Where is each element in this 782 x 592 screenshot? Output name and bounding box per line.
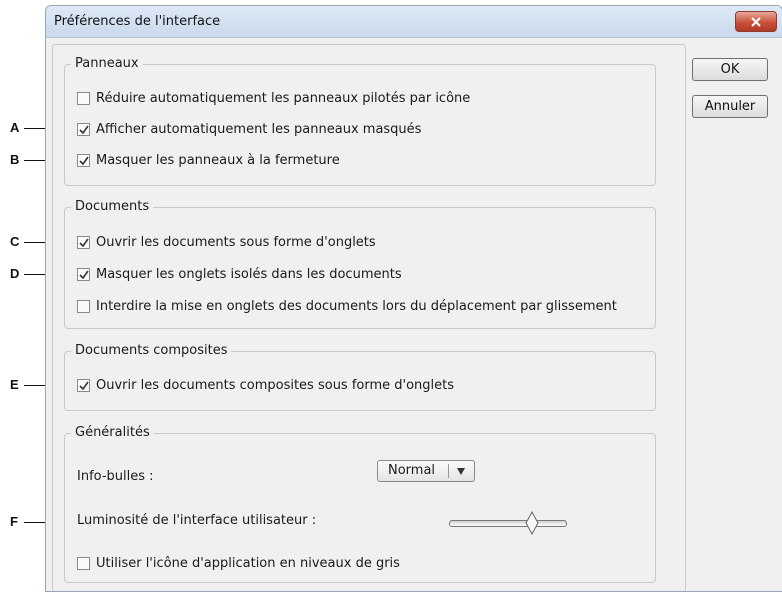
group-documents: Documents Ouvrir les documents sous form… [64, 199, 656, 329]
dropdown-arrow-icon [457, 468, 465, 475]
checkbox[interactable] [77, 236, 90, 249]
group-panneaux: Panneaux Réduire automatiquement les pan… [64, 56, 656, 186]
group-panneaux-legend: Panneaux [71, 56, 143, 71]
checkbox-label: Ouvrir les documents sous forme d'onglet… [96, 235, 376, 250]
select-separator [448, 464, 449, 478]
close-icon [751, 16, 761, 27]
checkmark-icon [78, 238, 89, 247]
checkbox[interactable] [77, 268, 90, 281]
brightness-slider-thumb[interactable] [525, 511, 539, 535]
checkmark-icon [78, 270, 89, 279]
checkmark-icon [78, 156, 89, 165]
checkmark-icon [78, 381, 89, 390]
callout-c: C [10, 234, 20, 249]
checkmark-icon [78, 125, 89, 134]
callout-b: B [10, 152, 20, 167]
title-bar[interactable]: Préférences de l'interface [46, 6, 782, 38]
tooltips-select-value: Normal [388, 463, 436, 478]
checkbox-row-show-hidden-panels[interactable]: Afficher automatiquement les panneaux ma… [77, 122, 421, 137]
checkbox-row-reduce-panels[interactable]: Réduire automatiquement les panneaux pil… [77, 91, 470, 106]
callout-a: A [10, 120, 20, 135]
dialog-window: Préférences de l'interface Panneaux Rédu… [45, 5, 782, 592]
callout-f: F [10, 514, 18, 529]
group-generalites: Généralités Info-bulles : Normal Luminos… [64, 425, 656, 583]
callout-d: D [10, 266, 20, 281]
close-button[interactable] [735, 11, 777, 32]
callout-e: E [10, 377, 19, 392]
ok-button[interactable]: OK [692, 58, 768, 81]
checkbox-row-open-as-tabs[interactable]: Ouvrir les documents sous forme d'onglet… [77, 235, 376, 250]
group-composites-legend: Documents composites [71, 343, 232, 358]
checkbox[interactable] [77, 154, 90, 167]
checkbox-row-composites-as-tabs[interactable]: Ouvrir les documents composites sous for… [77, 378, 454, 393]
checkbox-label: Réduire automatiquement les panneaux pil… [96, 91, 471, 106]
group-documents-legend: Documents [71, 199, 154, 214]
checkbox-label: Masquer les panneaux à la fermeture [96, 153, 340, 168]
checkbox-row-prevent-tab-docking[interactable]: Interdire la mise en onglets des documen… [77, 299, 617, 314]
checkbox-label: Interdire la mise en onglets des documen… [96, 299, 617, 314]
checkbox[interactable] [77, 123, 90, 136]
checkbox[interactable] [77, 300, 90, 313]
brightness-row: Luminosité de l'interface utilisateur : [77, 513, 316, 528]
checkbox-row-hide-on-close[interactable]: Masquer les panneaux à la fermeture [77, 153, 340, 168]
checkbox[interactable] [77, 557, 90, 570]
brightness-slider-track[interactable] [449, 520, 567, 527]
checkbox[interactable] [77, 92, 90, 105]
brightness-label: Luminosité de l'interface utilisateur : [77, 513, 317, 528]
tooltips-label: Info-bulles : [77, 469, 154, 484]
cancel-button[interactable]: Annuler [692, 95, 768, 118]
checkbox-row-hide-single-tabs[interactable]: Masquer les onglets isolés dans les docu… [77, 267, 402, 282]
checkbox-label: Ouvrir les documents composites sous for… [96, 378, 455, 393]
group-composites: Documents composites Ouvrir les document… [64, 343, 656, 411]
tooltips-row: Info-bulles : [77, 469, 154, 484]
checkbox[interactable] [77, 379, 90, 392]
checkbox-label: Utiliser l'icône d'application en niveau… [96, 556, 400, 571]
checkbox-row-grayscale-icon[interactable]: Utiliser l'icône d'application en niveau… [77, 556, 400, 571]
checkbox-label: Masquer les onglets isolés dans les docu… [96, 267, 402, 282]
tooltips-select[interactable]: Normal [377, 460, 475, 482]
checkbox-label: Afficher automatiquement les panneaux ma… [96, 122, 422, 137]
group-generalites-legend: Généralités [71, 425, 154, 440]
dialog-title: Préférences de l'interface [54, 14, 221, 29]
